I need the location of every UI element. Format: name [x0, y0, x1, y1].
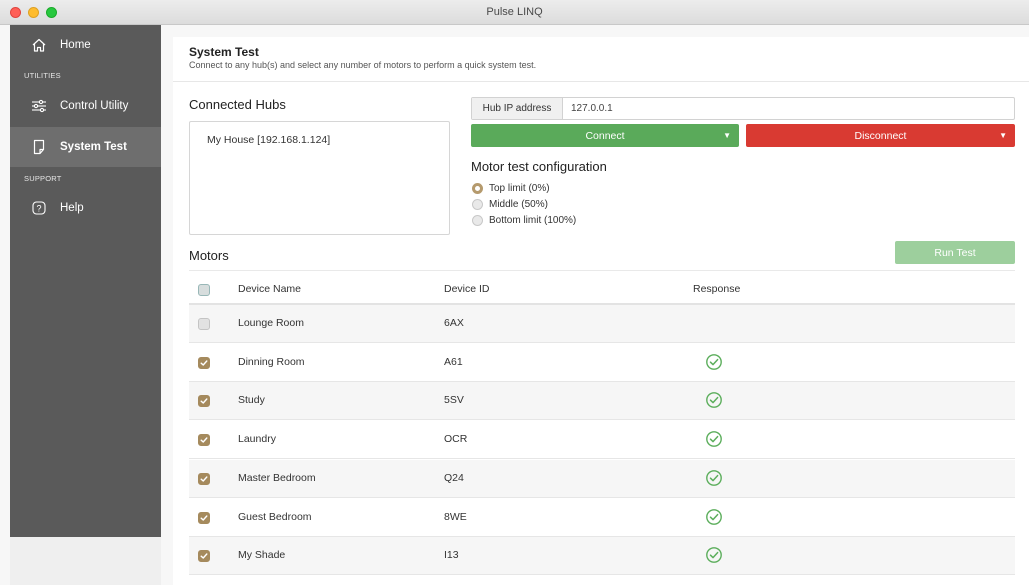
- svg-text:?: ?: [36, 204, 41, 214]
- connect-button[interactable]: Connect ▼: [471, 124, 739, 147]
- check-icon: [200, 476, 208, 482]
- run-test-label: Run Test: [934, 246, 976, 259]
- sidebar-item-label: Help: [60, 202, 84, 214]
- connected-hubs-title: Connected Hubs: [189, 97, 286, 112]
- motor-config-title: Motor test configuration: [471, 159, 607, 174]
- table-row[interactable]: Study 5SV: [189, 382, 1015, 421]
- page-title: System Test: [189, 45, 259, 59]
- test-doc-icon: [31, 139, 47, 155]
- sidebar-item-system-test[interactable]: System Test: [10, 127, 161, 167]
- device-name-cell: Dinning Room: [238, 355, 305, 368]
- hub-ip-input[interactable]: [563, 98, 1014, 119]
- window-title: Pulse LINQ: [486, 6, 543, 18]
- sidebar: Home UTILITIES Control Utility System Te…: [10, 25, 161, 537]
- row-checkbox[interactable]: [198, 318, 210, 330]
- check-icon: [200, 359, 208, 366]
- section-label-support: SUPPORT: [24, 174, 62, 183]
- table-row[interactable]: Guest Bedroom 8WE: [189, 499, 1015, 537]
- sidebar-item-label: Home: [60, 39, 91, 51]
- check-circle-icon: [705, 546, 723, 564]
- device-id-cell: OCR: [444, 433, 468, 446]
- sidebar-item-label: Control Utility: [60, 100, 129, 112]
- radio-label: Bottom limit (100%): [489, 215, 577, 226]
- row-checkbox[interactable]: [198, 472, 210, 485]
- run-test-button[interactable]: Run Test: [895, 241, 1015, 264]
- app-window: Pulse LINQ Home UTILITIES Control Utilit…: [0, 0, 1029, 585]
- device-name-cell: Master Bedroom: [238, 471, 316, 484]
- sliders-icon: [31, 98, 47, 114]
- row-checkbox[interactable]: [198, 511, 210, 524]
- device-id-cell: 5SV: [444, 394, 464, 407]
- sidebar-item-help[interactable]: ? Help: [10, 188, 161, 228]
- question-icon: ?: [31, 200, 47, 216]
- hub-ip-field: Hub IP address: [471, 97, 1015, 120]
- check-circle-icon: [705, 430, 723, 448]
- device-name-cell: Study: [238, 394, 265, 407]
- table-row[interactable]: Lounge Room 6AX: [189, 305, 1015, 343]
- main-content: System Test Connect to any hub(s) and se…: [173, 37, 1029, 585]
- row-checkbox[interactable]: [198, 550, 210, 563]
- row-checkbox[interactable]: [198, 434, 210, 447]
- connect-label: Connect: [585, 129, 625, 142]
- table-row[interactable]: My Shade I13: [189, 537, 1015, 576]
- check-icon: [200, 437, 208, 443]
- column-header-device-id: Device ID: [444, 283, 490, 295]
- device-id-cell: I13: [444, 549, 459, 562]
- radio-bottom-limit[interactable]: Bottom limit (100%): [472, 215, 576, 226]
- device-name-cell: Laundry: [238, 433, 276, 446]
- radio-middle[interactable]: Middle (50%): [472, 199, 548, 210]
- radio-button[interactable]: [472, 199, 483, 210]
- check-icon: [200, 553, 208, 559]
- device-id-cell: Q24: [444, 471, 464, 484]
- check-icon: [200, 398, 208, 405]
- sidebar-footer: [10, 537, 161, 585]
- motors-title: Motors: [189, 248, 229, 263]
- column-header-device-name: Device Name: [238, 283, 302, 295]
- device-name-cell: My Shade: [238, 549, 286, 562]
- radio-label: Top limit (0%): [489, 183, 550, 194]
- radio-top-limit[interactable]: Top limit (0%): [472, 183, 550, 194]
- check-circle-icon: [705, 353, 723, 371]
- radio-label: Middle (50%): [489, 199, 548, 210]
- radio-button[interactable]: [472, 183, 483, 194]
- sidebar-item-control-utility[interactable]: Control Utility: [10, 86, 161, 126]
- disconnect-label: Disconnect: [854, 129, 907, 142]
- hub-ip-label: Hub IP address: [472, 98, 563, 119]
- row-checkbox[interactable]: [198, 356, 210, 369]
- table-header: Device Name Device ID Response: [189, 271, 1015, 305]
- section-label-utilities: UTILITIES: [24, 71, 61, 80]
- sidebar-item-label: System Test: [60, 141, 127, 153]
- home-icon: [31, 37, 47, 53]
- device-id-cell: A61: [444, 355, 463, 368]
- table-row[interactable]: Dinning Room A61: [189, 344, 1015, 382]
- select-all-checkbox[interactable]: [198, 284, 210, 296]
- page-subtitle: Connect to any hub(s) and select any num…: [189, 60, 537, 70]
- check-circle-icon: [705, 508, 723, 526]
- table-row[interactable]: Master Bedroom Q24: [189, 459, 1015, 498]
- device-name-cell: Guest Bedroom: [238, 510, 312, 523]
- disconnect-button[interactable]: Disconnect ▼: [746, 124, 1015, 147]
- check-circle-icon: [705, 469, 723, 487]
- radio-button[interactable]: [472, 215, 483, 226]
- hubs-list[interactable]: My House [192.168.1.124]: [189, 121, 450, 235]
- device-name-cell: Lounge Room: [238, 317, 304, 329]
- divider: [173, 81, 1029, 82]
- list-item[interactable]: My House [192.168.1.124]: [207, 134, 330, 146]
- column-header-response: Response: [693, 283, 741, 295]
- chevron-down-icon[interactable]: ▼: [999, 131, 1007, 140]
- check-icon: [200, 514, 208, 521]
- check-circle-icon: [705, 391, 723, 409]
- device-id-cell: 6AX: [444, 317, 464, 329]
- table-row[interactable]: Laundry OCR: [189, 421, 1015, 460]
- chevron-down-icon[interactable]: ▼: [723, 131, 731, 140]
- row-checkbox[interactable]: [198, 395, 210, 408]
- title-bar: Pulse LINQ: [0, 0, 1029, 25]
- sidebar-item-home[interactable]: Home: [10, 25, 161, 65]
- device-id-cell: 8WE: [444, 510, 467, 523]
